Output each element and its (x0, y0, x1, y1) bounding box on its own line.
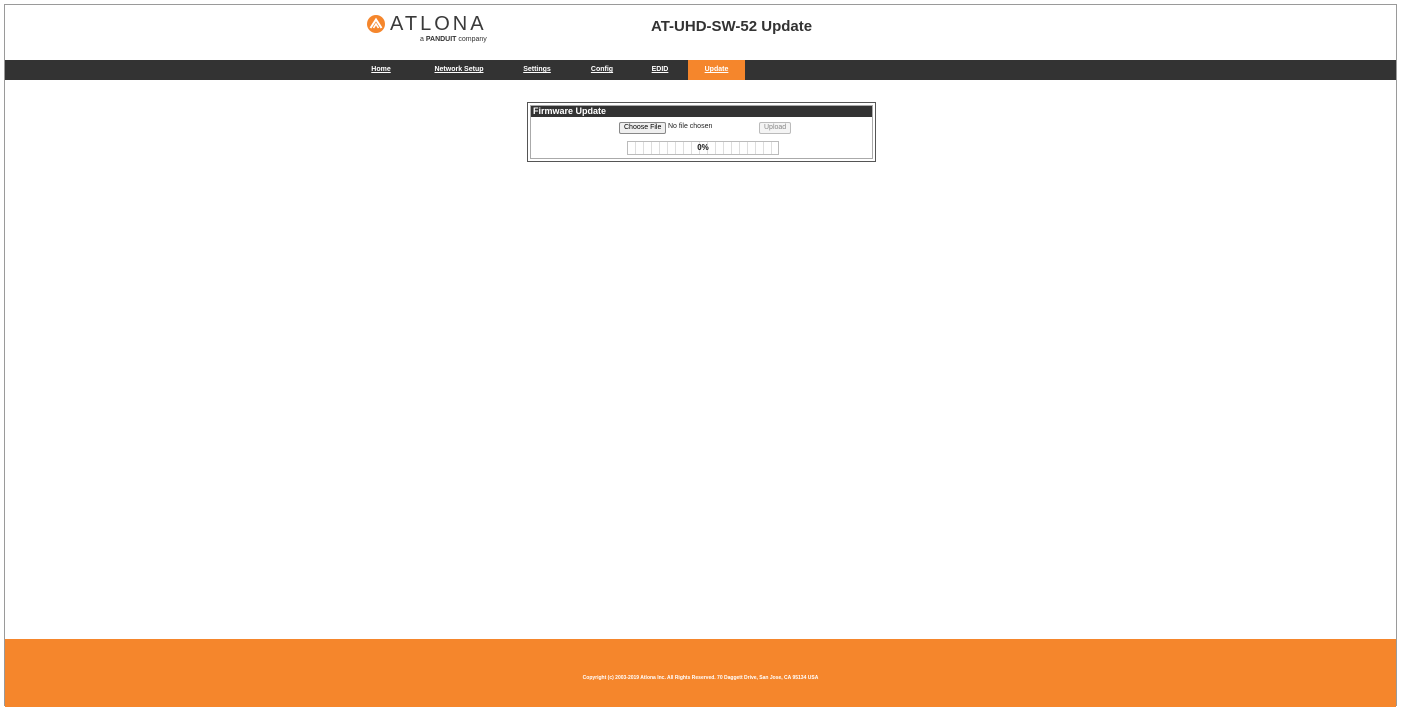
logo-wordmark: ATLONA (390, 13, 487, 35)
atlona-logo-icon (367, 15, 385, 33)
upload-progress-bar: 0% (627, 141, 779, 155)
file-status-text: No file chosen (668, 123, 713, 130)
firmware-update-panel-inner: Firmware Update Choose File No file chos… (530, 105, 873, 159)
firmware-update-panel: Firmware Update Choose File No file chos… (527, 102, 876, 162)
nav-update[interactable]: Update (688, 60, 745, 80)
nav-config[interactable]: Config (587, 60, 617, 80)
progress-percent: 0% (697, 143, 709, 152)
copyright-text: Copyright (c) 2003-2019 Atlona Inc. All … (582, 675, 819, 681)
nav-settings[interactable]: Settings (519, 60, 555, 80)
nav-bar: Home Network Setup Settings Config EDID … (5, 60, 1396, 80)
choose-file-button[interactable]: Choose File (619, 122, 667, 134)
logo-tagline-suffix: company (458, 36, 487, 43)
nav-edid[interactable]: EDID (648, 60, 672, 80)
nav-network-setup[interactable]: Network Setup (425, 60, 493, 80)
panel-title: Firmware Update (531, 106, 872, 117)
atlona-logo: ATLONA a PANDUIT company (366, 13, 496, 53)
header: ATLONA a PANDUIT company AT-UHD-SW-52 Up… (5, 5, 1396, 60)
logo-tagline-brand: PANDUIT (425, 36, 457, 43)
page-frame: ATLONA a PANDUIT company AT-UHD-SW-52 Up… (4, 4, 1397, 707)
nav-home[interactable]: Home (366, 60, 396, 80)
page-title: AT-UHD-SW-52 Update (651, 18, 813, 35)
footer: Copyright (c) 2003-2019 Atlona Inc. All … (5, 639, 1396, 707)
logo-tagline: a PANDUIT company (420, 36, 487, 43)
logo-tagline-prefix: a (420, 36, 424, 43)
upload-button[interactable]: Upload (759, 122, 792, 134)
